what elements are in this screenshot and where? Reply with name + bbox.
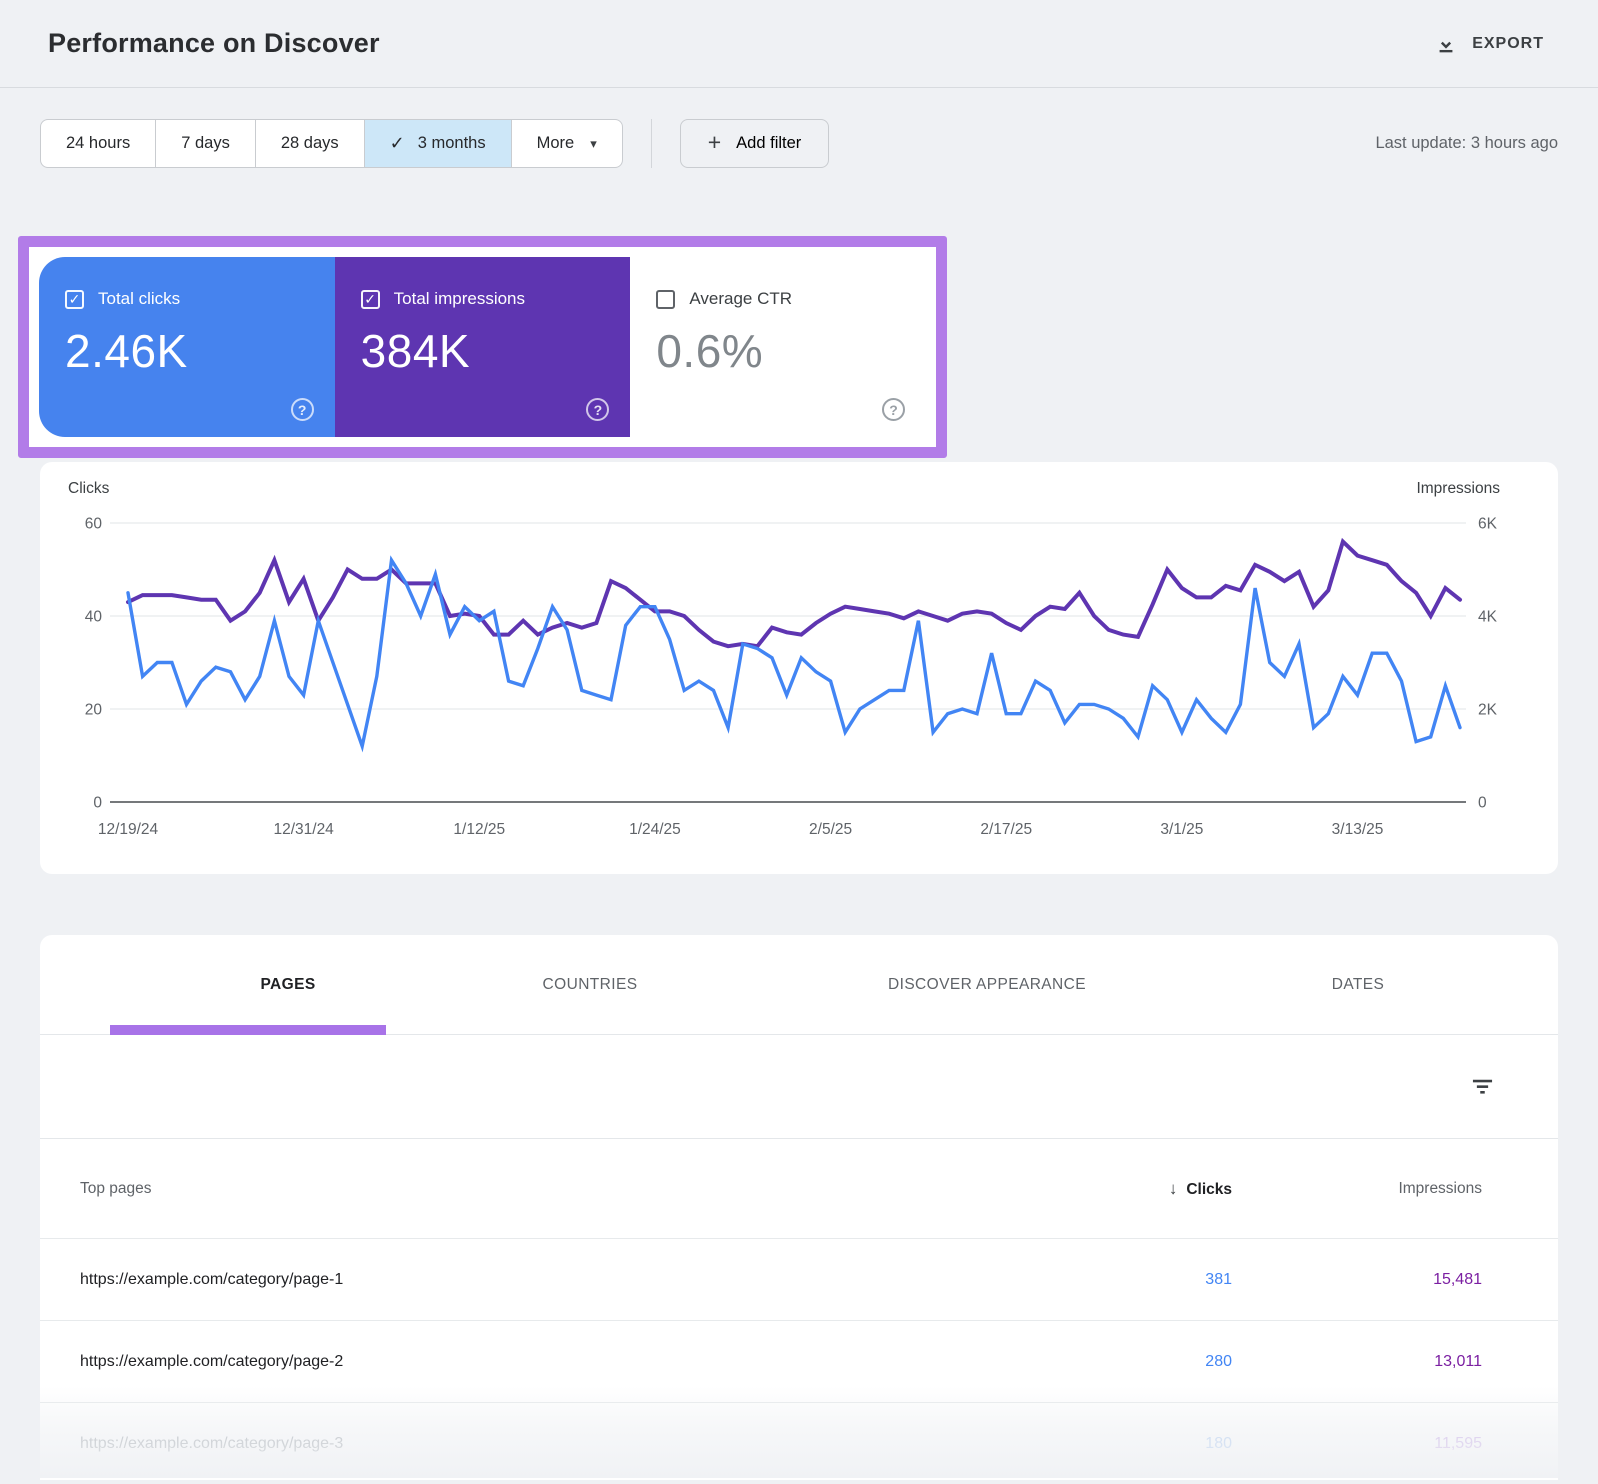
metric-label-text: Total clicks bbox=[98, 289, 181, 308]
caret-down-icon: ▾ bbox=[590, 135, 597, 151]
right-axis-tick: 2K bbox=[1478, 702, 1498, 719]
tab-discover-appearance[interactable]: DISCOVER APPEARANCE bbox=[888, 935, 1086, 1035]
clicks-line bbox=[126, 555, 1462, 753]
metric-label-total-impressions: ✓ Total impressions bbox=[360, 289, 605, 309]
metric-cards: ✓ Total clicks 2.46K? ✓ Total impressions 384… bbox=[39, 257, 927, 437]
filter-toolbar: 24 hours 7 days 28 days ✓ 3 months More ▾ + Ad… bbox=[40, 119, 1558, 168]
table-header-row: Top pages ↓ Clicks Impressions bbox=[40, 1139, 1558, 1238]
performance-chart: 0 0 20 2K 40 4K 60 6K Clicks Impressions 12/19/24 1… bbox=[68, 480, 1500, 838]
checkbox-checked-icon[interactable]: ✓ bbox=[65, 289, 84, 309]
table-filter-row bbox=[40, 1035, 1558, 1139]
sort-desc-icon: ↓ bbox=[1168, 1178, 1178, 1198]
metric-card-total-clicks[interactable]: ✓ Total clicks 2.46K? bbox=[39, 257, 335, 437]
range-chip-label: 3 months bbox=[417, 134, 486, 152]
metric-label-average-ctr: Average CTR bbox=[656, 289, 900, 309]
x-axis-label: 2/5/25 bbox=[809, 821, 852, 838]
range-chip-3-months[interactable]: ✓ 3 months bbox=[364, 120, 512, 167]
export-button[interactable]: EXPORT bbox=[1435, 33, 1544, 55]
more-label: More bbox=[536, 134, 575, 152]
left-axis-title: Clicks bbox=[68, 480, 110, 497]
x-axis-label: 1/12/25 bbox=[453, 821, 505, 838]
row-url: https://example.com/category/page-1 bbox=[80, 1270, 344, 1288]
row-url: https://example.com/category/page-3 bbox=[80, 1434, 344, 1452]
add-filter-label: Add filter bbox=[736, 134, 802, 152]
dimensions-table-card: PAGES COUNTRIES DISCOVER APPEARANCE DATES T… bbox=[40, 935, 1558, 1480]
x-axis-label: 3/1/25 bbox=[1160, 821, 1203, 838]
more-chip[interactable]: More ▾ bbox=[512, 120, 622, 167]
column-header-impressions[interactable]: Impressions bbox=[1232, 1180, 1558, 1198]
metric-label-text: Average CTR bbox=[689, 289, 793, 308]
toolbar-divider bbox=[650, 119, 652, 168]
row-impressions-value: 13,011 bbox=[1434, 1352, 1482, 1370]
metric-value-average-ctr: 0.6% bbox=[656, 325, 764, 377]
range-chip-label: 7 days bbox=[181, 134, 230, 152]
help-icon[interactable]: ? bbox=[586, 398, 610, 421]
column-header-clicks[interactable]: ↓ Clicks bbox=[1072, 1179, 1232, 1199]
active-tab-underline bbox=[110, 1025, 386, 1035]
check-icon: ✓ bbox=[389, 133, 405, 153]
row-impressions-value: 11,595 bbox=[1434, 1434, 1482, 1452]
table-row[interactable]: https://example.com/category/page-1 381 15… bbox=[40, 1238, 1558, 1320]
range-chip-28-days[interactable]: 28 days bbox=[256, 120, 365, 167]
left-axis-tick: 20 bbox=[85, 702, 103, 719]
date-range-chip-group: 24 hours 7 days 28 days ✓ 3 months More ▾ bbox=[40, 119, 623, 168]
metric-label-total-clicks: ✓ Total clicks bbox=[65, 289, 309, 309]
range-chip-label: 28 days bbox=[280, 134, 339, 152]
metric-label-text: Total impressions bbox=[393, 289, 525, 308]
row-clicks-value: 381 bbox=[1205, 1270, 1232, 1288]
metric-value-total-clicks: 2.46K bbox=[65, 325, 188, 377]
table-row[interactable]: https://example.com/category/page-2 280 13… bbox=[40, 1320, 1558, 1402]
right-axis-tick: 6K bbox=[1478, 516, 1498, 533]
row-clicks-value: 180 bbox=[1205, 1434, 1232, 1452]
last-update-text: Last update: 3 hours ago bbox=[1375, 134, 1558, 152]
column-header-top-pages[interactable]: Top pages bbox=[40, 1180, 1072, 1198]
left-axis-tick: 60 bbox=[85, 516, 103, 533]
impressions-line bbox=[126, 537, 1462, 649]
metric-value-total-impressions: 384K bbox=[360, 325, 471, 377]
left-axis-tick: 40 bbox=[85, 609, 103, 626]
right-axis-title: Impressions bbox=[1416, 480, 1500, 497]
tab-dates[interactable]: DATES bbox=[1332, 935, 1385, 1035]
page-title: Performance on Discover bbox=[48, 28, 380, 58]
table-body: https://example.com/category/page-1 381 15… bbox=[40, 1238, 1558, 1484]
row-clicks-value: 280 bbox=[1205, 1352, 1232, 1370]
filter-list-icon[interactable] bbox=[1469, 1073, 1496, 1100]
x-axis-label: 1/24/25 bbox=[629, 821, 681, 838]
left-axis-tick: 0 bbox=[93, 795, 102, 812]
right-axis-tick: 4K bbox=[1478, 609, 1498, 626]
plus-icon: + bbox=[707, 129, 722, 155]
export-label: EXPORT bbox=[1472, 34, 1544, 52]
x-axis-label: 12/31/24 bbox=[273, 821, 334, 838]
tab-countries[interactable]: COUNTRIES bbox=[543, 935, 638, 1035]
range-chip-24-hours[interactable]: 24 hours bbox=[41, 120, 157, 167]
x-axis-label: 3/13/25 bbox=[1332, 821, 1384, 838]
performance-chart-card: 0 0 20 2K 40 4K 60 6K Clicks Impressions 12/19/24 1… bbox=[40, 462, 1558, 874]
add-filter-button[interactable]: + Add filter bbox=[679, 119, 830, 168]
range-chip-7-days[interactable]: 7 days bbox=[156, 120, 256, 167]
metric-card-average-ctr[interactable]: Average CTR 0.6%? bbox=[630, 257, 927, 437]
metric-card-total-impressions[interactable]: ✓ Total impressions 384K? bbox=[334, 257, 631, 437]
row-impressions-value: 15,481 bbox=[1433, 1270, 1482, 1288]
x-axis-label: 12/19/24 bbox=[98, 821, 159, 838]
metrics-highlight-box: ✓ Total clicks 2.46K? ✓ Total impressions 384… bbox=[18, 236, 947, 458]
dimension-tabs: PAGES COUNTRIES DISCOVER APPEARANCE DATES bbox=[40, 935, 1558, 1035]
checkbox-unchecked-icon[interactable] bbox=[656, 289, 676, 309]
checkbox-checked-icon[interactable]: ✓ bbox=[360, 289, 380, 309]
x-axis-label: 2/17/25 bbox=[980, 821, 1032, 838]
tab-pages[interactable]: PAGES bbox=[260, 935, 315, 1035]
page-header: Performance on Discover EXPORT bbox=[0, 0, 1598, 88]
help-icon[interactable]: ? bbox=[882, 398, 906, 421]
help-icon[interactable]: ? bbox=[290, 398, 314, 421]
table-row[interactable]: https://example.com/category/page-3 180 11… bbox=[40, 1402, 1558, 1484]
download-icon bbox=[1435, 33, 1457, 55]
right-axis-tick: 0 bbox=[1478, 795, 1487, 812]
range-chip-label: 24 hours bbox=[66, 134, 131, 152]
row-url: https://example.com/category/page-2 bbox=[80, 1352, 344, 1370]
